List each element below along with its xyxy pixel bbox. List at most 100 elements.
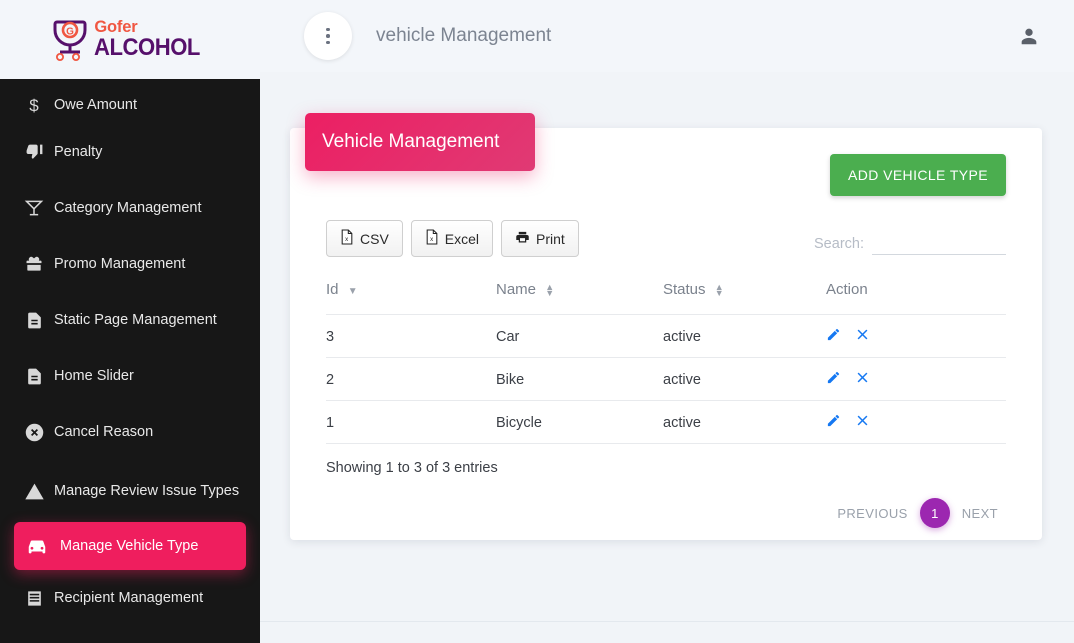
table-body: 3 Car active 2 Bike active 1 Bicycle act… bbox=[326, 314, 1006, 444]
sidebar-item-static-page-management[interactable]: Static Page Management bbox=[0, 292, 260, 348]
export-excel-label: Excel bbox=[444, 230, 480, 247]
vehicle-type-table: Id ▼ Name ▲ ▼ Status ▲ ▼ Action 3 Car ac… bbox=[326, 281, 1006, 444]
main-content: Vehicle Management ADD VEHICLE TYPE x CS… bbox=[260, 72, 1074, 643]
document-icon bbox=[14, 311, 54, 330]
pagination-previous[interactable]: PREVIOUS bbox=[837, 506, 907, 521]
brand-logo-bar: G Gofer ALCOHOL bbox=[0, 0, 260, 79]
delete-close-x-icon[interactable] bbox=[855, 370, 870, 385]
edit-pencil-icon[interactable] bbox=[826, 370, 841, 385]
cell-id: 2 bbox=[326, 357, 496, 401]
sidebar-item-category-management[interactable]: Category Management bbox=[0, 180, 260, 236]
search-area: Search: bbox=[814, 232, 1006, 257]
column-header-label: Status bbox=[663, 281, 706, 298]
delete-close-x-icon[interactable] bbox=[855, 327, 870, 342]
sidebar-nav: $ Owe Amount Penalty Category Management bbox=[0, 79, 260, 626]
top-bar: vehicle Management bbox=[260, 0, 1074, 72]
cocktail-glass-icon bbox=[14, 198, 54, 218]
sidebar: G Gofer ALCOHOL $ Owe Amount Penalty Cat… bbox=[0, 0, 260, 643]
pagination: PREVIOUS 1 NEXT bbox=[326, 498, 1006, 528]
search-input[interactable] bbox=[872, 232, 1006, 255]
add-vehicle-type-button[interactable]: ADD VEHICLE TYPE bbox=[830, 154, 1006, 196]
cell-action bbox=[826, 314, 1006, 358]
car-icon bbox=[14, 535, 60, 557]
sidebar-item-promo-management[interactable]: Promo Management bbox=[0, 236, 260, 292]
sidebar-item-manage-vehicle-type[interactable]: Manage Vehicle Type bbox=[14, 522, 246, 570]
sidebar-item-manage-review-issue-types[interactable]: Manage Review Issue Types bbox=[0, 460, 260, 522]
sidebar-item-label: Manage Vehicle Type bbox=[60, 537, 199, 554]
column-header-action: Action bbox=[826, 281, 1006, 315]
dollar-icon: $ bbox=[14, 95, 54, 115]
svg-text:G: G bbox=[67, 26, 75, 37]
list-icon bbox=[14, 589, 54, 608]
sidebar-item-owe-amount[interactable]: $ Owe Amount bbox=[0, 79, 260, 124]
brand-logo[interactable]: G Gofer ALCOHOL bbox=[50, 18, 209, 62]
export-csv-button[interactable]: x CSV bbox=[326, 220, 403, 257]
footer-divider bbox=[260, 621, 1074, 622]
table-head: Id ▼ Name ▲ ▼ Status ▲ ▼ Action bbox=[326, 281, 1006, 315]
sort-both-icon: ▲ ▼ bbox=[545, 282, 555, 299]
cell-id: 1 bbox=[326, 400, 496, 444]
sidebar-item-label: Promo Management bbox=[54, 255, 186, 272]
wine-glass-g-icon: G bbox=[53, 20, 87, 61]
column-header-label: Action bbox=[826, 281, 868, 298]
section-title-banner: Vehicle Management bbox=[305, 113, 535, 171]
search-label: Search: bbox=[814, 235, 864, 252]
table-header-row: Id ▼ Name ▲ ▼ Status ▲ ▼ Action bbox=[326, 281, 1006, 315]
cell-name: Bike bbox=[496, 357, 663, 401]
sidebar-item-label: Cancel Reason bbox=[54, 423, 154, 440]
column-header-id[interactable]: Id ▼ bbox=[326, 281, 496, 315]
cell-status: active bbox=[663, 357, 826, 401]
table-tools-row: x CSV x Excel Print Search: bbox=[326, 220, 1006, 257]
sidebar-item-label: Category Management bbox=[54, 199, 202, 216]
app-root: G Gofer ALCOHOL $ Owe Amount Penalty Cat… bbox=[0, 0, 1074, 643]
page-title: vehicle Management bbox=[376, 25, 552, 46]
kebab-menu-icon[interactable] bbox=[304, 12, 352, 60]
section-title-text: Vehicle Management bbox=[322, 131, 500, 152]
document-icon bbox=[14, 367, 54, 386]
sidebar-item-recipient-management[interactable]: Recipient Management bbox=[0, 570, 260, 626]
file-export-icon: x bbox=[425, 229, 439, 248]
warning-triangle-icon bbox=[14, 481, 54, 502]
edit-pencil-icon[interactable] bbox=[826, 327, 841, 342]
column-header-label: Name bbox=[496, 281, 537, 298]
edit-pencil-icon[interactable] bbox=[826, 413, 841, 428]
print-button[interactable]: Print bbox=[501, 220, 579, 257]
pagination-page-1[interactable]: 1 bbox=[919, 498, 950, 528]
column-header-status[interactable]: Status ▲ ▼ bbox=[663, 281, 826, 315]
delete-close-x-icon[interactable] bbox=[855, 413, 870, 428]
cell-status: active bbox=[663, 314, 826, 358]
brand-name-bottom: ALCOHOL bbox=[94, 34, 201, 62]
export-excel-button[interactable]: x Excel bbox=[410, 220, 494, 257]
thumbs-down-icon bbox=[14, 143, 54, 162]
sort-both-icon: ▲ ▼ bbox=[714, 282, 724, 299]
printer-icon bbox=[515, 230, 530, 248]
brand-name-top: Gofer bbox=[94, 17, 138, 36]
cell-name: Bicycle bbox=[496, 400, 663, 444]
table-row: 1 Bicycle active bbox=[326, 400, 1006, 444]
cell-name: Car bbox=[496, 314, 663, 358]
sidebar-item-label: Home Slider bbox=[54, 367, 134, 384]
pagination-next[interactable]: NEXT bbox=[962, 506, 998, 521]
sidebar-item-home-slider[interactable]: Home Slider bbox=[0, 348, 260, 404]
column-header-name[interactable]: Name ▲ ▼ bbox=[496, 281, 663, 315]
cell-id: 3 bbox=[326, 314, 496, 358]
cell-action bbox=[826, 357, 1006, 401]
sidebar-item-penalty[interactable]: Penalty bbox=[0, 124, 260, 180]
sidebar-item-label: Recipient Management bbox=[54, 589, 204, 606]
gift-icon bbox=[14, 254, 54, 274]
svg-text:$: $ bbox=[29, 96, 39, 115]
entries-count-label: Showing 1 to 3 of 3 entries bbox=[326, 460, 498, 476]
cell-status: active bbox=[663, 400, 826, 444]
sidebar-item-label: Owe Amount bbox=[54, 97, 138, 114]
user-account-icon[interactable] bbox=[1018, 25, 1040, 47]
table-row: 3 Car active bbox=[326, 314, 1006, 358]
export-button-group: x CSV x Excel Print bbox=[326, 220, 579, 257]
content-card: ADD VEHICLE TYPE x CSV x Excel Print Sea… bbox=[290, 128, 1042, 540]
cell-action bbox=[826, 400, 1006, 444]
sidebar-item-cancel-reason[interactable]: Cancel Reason bbox=[0, 404, 260, 460]
svg-text:x: x bbox=[430, 236, 433, 243]
export-csv-label: CSV bbox=[360, 230, 389, 247]
sort-desc-icon: ▼ bbox=[347, 286, 358, 297]
sidebar-item-label: Manage Review Issue Types bbox=[54, 482, 240, 499]
column-header-label: Id bbox=[326, 281, 339, 298]
